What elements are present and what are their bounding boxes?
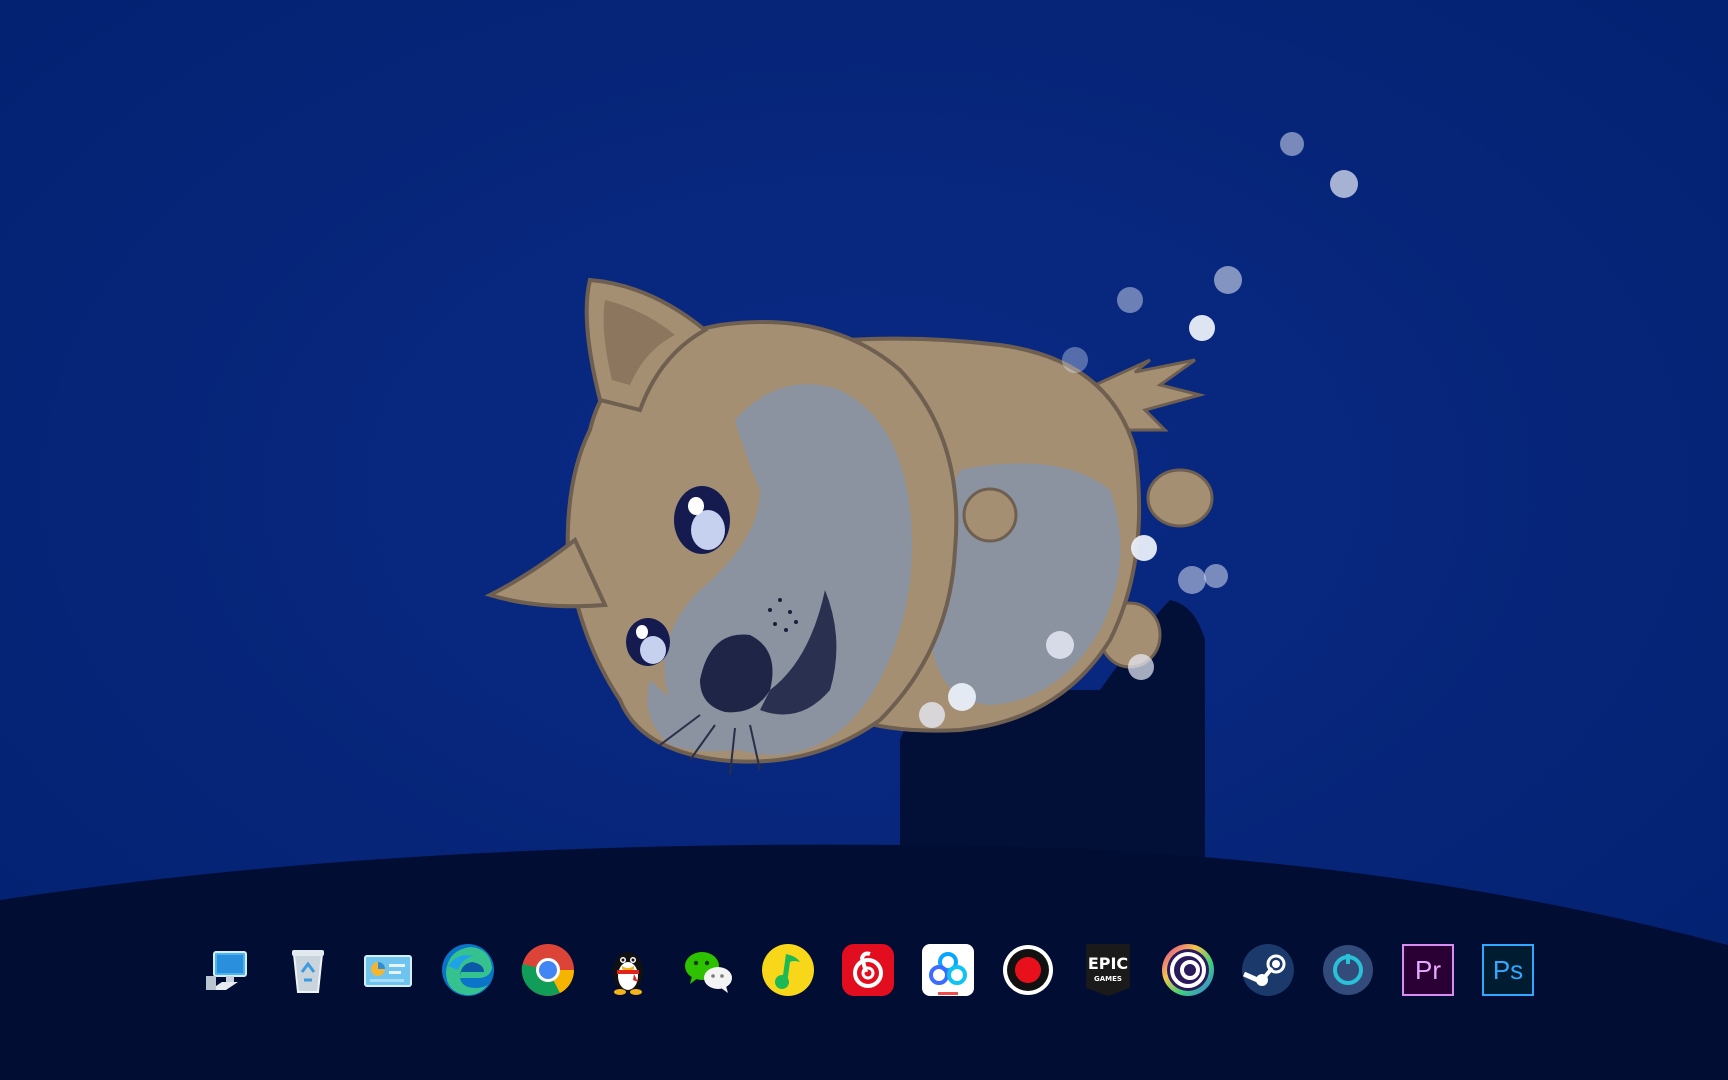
epic-games-icon[interactable]: EPIC GAMES (1080, 942, 1136, 998)
desktop-wallpaper (0, 0, 1728, 1080)
circle-app-icon[interactable] (1320, 942, 1376, 998)
wechat-icon[interactable] (680, 942, 736, 998)
desktop-dock: EPIC GAMES Pr Ps (200, 942, 1536, 998)
premiere-pro-label: Pr (1415, 955, 1441, 985)
this-pc-icon[interactable] (200, 942, 256, 998)
epic-label-line2: GAMES (1094, 975, 1122, 983)
netease-music-icon[interactable] (840, 942, 896, 998)
qq-music-icon[interactable] (760, 942, 816, 998)
control-panel-icon[interactable] (360, 942, 416, 998)
recycle-bin-icon[interactable] (280, 942, 336, 998)
record-icon[interactable] (1000, 942, 1056, 998)
steam-icon[interactable] (1240, 942, 1296, 998)
chrome-icon[interactable] (520, 942, 576, 998)
premiere-pro-icon[interactable]: Pr (1400, 942, 1456, 998)
qq-penguin-icon[interactable] (600, 942, 656, 998)
photoshop-label: Ps (1493, 955, 1523, 985)
edge-icon[interactable] (440, 942, 496, 998)
photoshop-icon[interactable]: Ps (1480, 942, 1536, 998)
ubisoft-icon[interactable] (1160, 942, 1216, 998)
epic-label-line1: EPIC (1088, 954, 1128, 973)
baidu-netdisk-icon[interactable] (920, 942, 976, 998)
